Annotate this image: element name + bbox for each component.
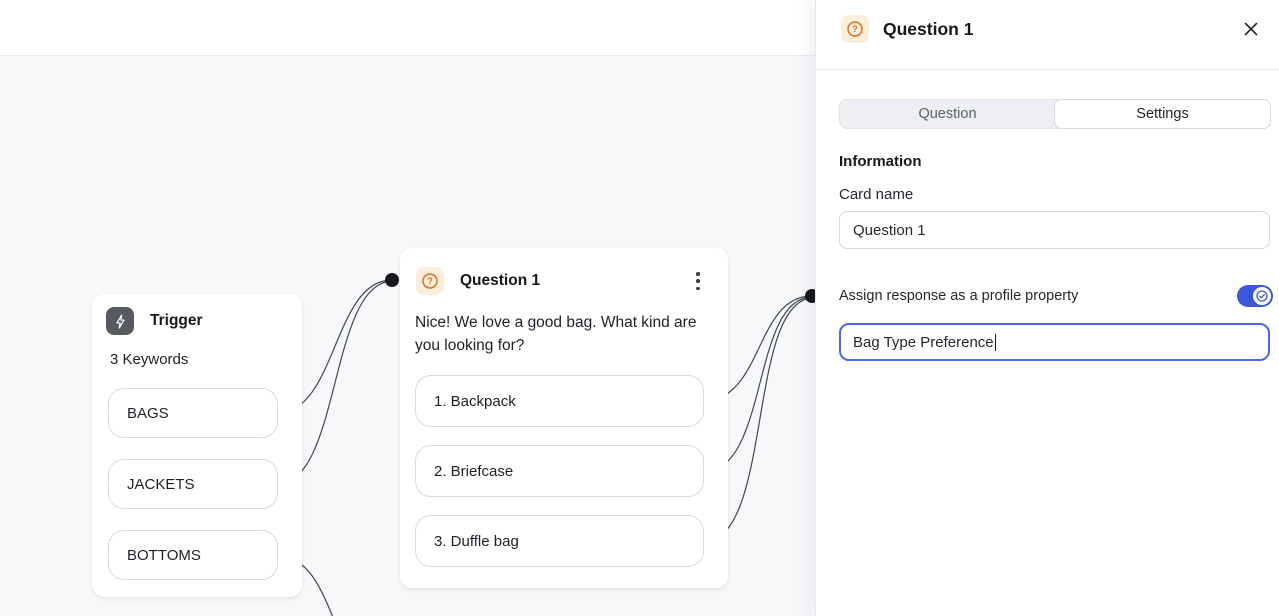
information-heading: Information (839, 153, 922, 170)
tab-question[interactable]: Question (840, 100, 1055, 128)
option-pill-briefcase[interactable]: 2. Briefcase (415, 445, 704, 497)
question-option-list: 1. Backpack 2. Briefcase 3. Duffle bag (415, 375, 704, 567)
keyword-pill-bags[interactable]: BAGS (108, 388, 278, 438)
card-name-label: Card name (839, 186, 913, 203)
kebab-menu-icon[interactable] (691, 270, 705, 292)
question-message-text: Nice! We love a good bag. What kind are … (415, 311, 711, 357)
option-pill-backpack[interactable]: 1. Backpack (415, 375, 704, 427)
question-node[interactable]: ? Question 1 Nice! We love a good bag. W… (400, 248, 728, 588)
question-circle-icon: ? (416, 267, 444, 295)
question-circle-icon: ? (841, 15, 869, 43)
option-pill-dufflebag[interactable]: 3. Duffle bag (415, 515, 704, 567)
trigger-node-title: Trigger (150, 312, 203, 330)
lightning-bolt-icon (106, 307, 134, 335)
card-name-input[interactable] (839, 211, 1270, 249)
trigger-node[interactable]: Trigger 3 Keywords BAGS JACKETS BOTTOMS (92, 294, 302, 597)
profile-property-label: Assign response as a profile property (839, 288, 1078, 304)
profile-property-name-input[interactable]: Bag Type Preference (839, 323, 1270, 361)
question-node-title: Question 1 (460, 272, 540, 290)
panel-header-divider (816, 69, 1279, 70)
svg-text:?: ? (427, 276, 433, 286)
keyword-list: BAGS JACKETS BOTTOMS (108, 388, 278, 580)
question-node-header: ? Question 1 (416, 267, 540, 295)
panel-title: Question 1 (883, 19, 973, 40)
flow-canvas[interactable]: Trigger 3 Keywords BAGS JACKETS BOTTOMS … (0, 0, 815, 616)
svg-text:?: ? (852, 24, 858, 34)
panel-tab-bar: Question Settings (839, 99, 1271, 129)
input-port-question1[interactable] (385, 273, 399, 287)
text-caret (995, 334, 997, 351)
trigger-node-header: Trigger (106, 307, 203, 335)
profile-property-toggle[interactable] (1237, 285, 1273, 307)
tab-settings[interactable]: Settings (1054, 99, 1271, 129)
trigger-keywords-count: 3 Keywords (110, 351, 188, 368)
check-circle-icon (1253, 287, 1271, 305)
keyword-pill-bottoms[interactable]: BOTTOMS (108, 530, 278, 580)
flow-builder-app: Trigger 3 Keywords BAGS JACKETS BOTTOMS … (0, 0, 1279, 616)
profile-property-name-value: Bag Type Preference (853, 334, 994, 351)
close-icon[interactable] (1237, 15, 1265, 43)
input-port-offscreen-node[interactable] (805, 289, 815, 303)
keyword-pill-jackets[interactable]: JACKETS (108, 459, 278, 509)
settings-panel: ? Question 1 Question Settings Informati… (815, 0, 1279, 616)
top-bar (0, 0, 815, 56)
